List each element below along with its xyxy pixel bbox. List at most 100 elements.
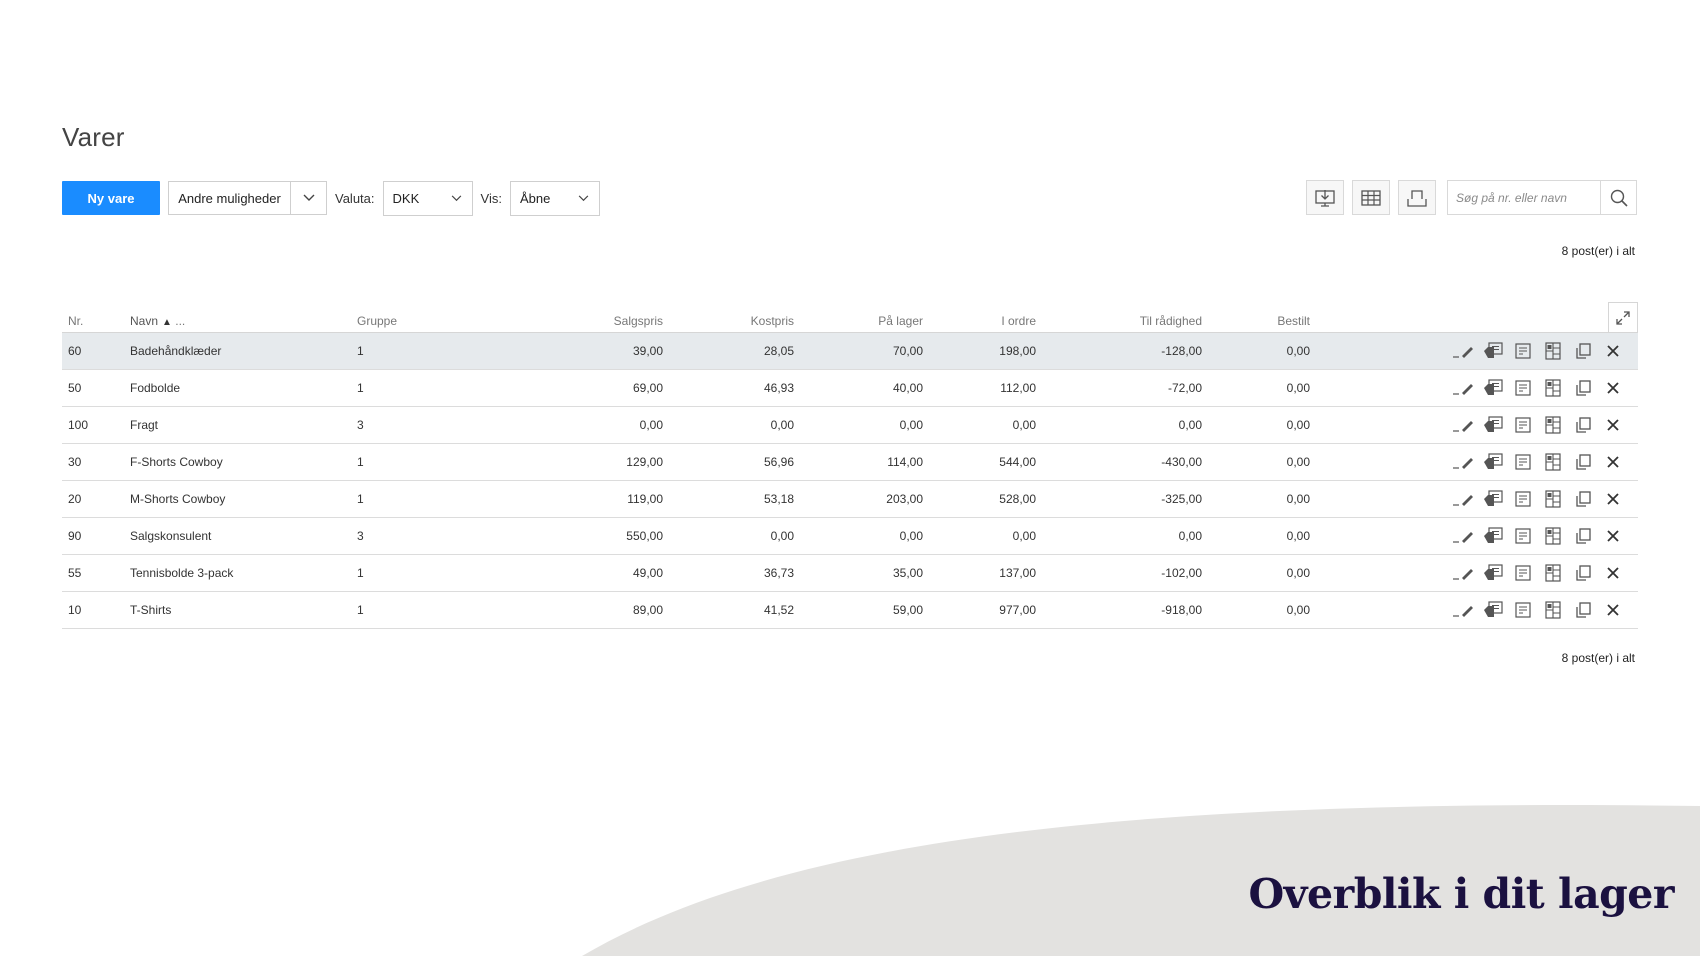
- notes-icon[interactable]: [1508, 562, 1538, 584]
- table-row[interactable]: 50 Fodbolde 1 69,00 46,93 40,00 112,00 -72,00 0,…: [62, 369, 1638, 407]
- new-item-button[interactable]: Ny vare: [62, 181, 160, 215]
- layout-icon[interactable]: [1538, 599, 1568, 621]
- cell-i-ordre: 528,00: [923, 480, 1036, 518]
- notes-icon[interactable]: [1508, 451, 1538, 473]
- layout-icon[interactable]: [1538, 562, 1568, 584]
- copy-icon[interactable]: [1568, 451, 1598, 473]
- copy-icon[interactable]: [1568, 525, 1598, 547]
- price-list-icon[interactable]: [1478, 525, 1508, 547]
- currency-select[interactable]: DKK: [382, 180, 473, 216]
- col-gruppe[interactable]: Gruppe: [357, 302, 462, 333]
- cell-kostpris: 36,73: [663, 554, 794, 592]
- table-row[interactable]: 30 F-Shorts Cowboy 1 129,00 56,96 114,00 544,0…: [62, 443, 1638, 481]
- row-action-group: [1310, 599, 1638, 621]
- table-row[interactable]: 90 Salgskonsulent 3 550,00 0,00 0,00 0,00 0,00 0…: [62, 517, 1638, 555]
- edit-icon[interactable]: [1448, 488, 1478, 510]
- table-row[interactable]: 55 Tennisbolde 3-pack 1 49,00 36,73 35,00 137,…: [62, 554, 1638, 592]
- table-row[interactable]: 100 Fragt 3 0,00 0,00 0,00 0,00 0,00 0,00: [62, 406, 1638, 444]
- chevron-down-icon: [578, 194, 589, 201]
- copy-icon[interactable]: [1568, 377, 1598, 399]
- edit-icon[interactable]: [1448, 451, 1478, 473]
- price-list-icon[interactable]: [1478, 562, 1508, 584]
- search-icon: [1610, 189, 1628, 207]
- cell-kostpris: 0,00: [663, 517, 794, 555]
- expand-button[interactable]: [1608, 302, 1638, 332]
- col-bestilt[interactable]: Bestilt: [1202, 302, 1310, 333]
- price-list-icon[interactable]: [1478, 340, 1508, 362]
- download-icon: [1315, 189, 1335, 207]
- edit-icon[interactable]: [1448, 340, 1478, 362]
- chevron-down-icon[interactable]: [291, 194, 326, 202]
- search-input[interactable]: [1448, 181, 1600, 214]
- cell-navn: F-Shorts Cowboy: [130, 443, 357, 481]
- copy-icon[interactable]: [1568, 599, 1598, 621]
- delete-icon[interactable]: [1598, 562, 1628, 584]
- notes-icon[interactable]: [1508, 377, 1538, 399]
- notes-icon[interactable]: [1508, 340, 1538, 362]
- columns-button[interactable]: [1352, 180, 1390, 215]
- delete-icon[interactable]: [1598, 488, 1628, 510]
- other-options-button[interactable]: Andre muligheder: [168, 181, 327, 215]
- search-button[interactable]: [1600, 181, 1636, 214]
- notes-icon[interactable]: [1508, 525, 1538, 547]
- layout-icon[interactable]: [1538, 525, 1568, 547]
- delete-icon[interactable]: [1598, 451, 1628, 473]
- table-row[interactable]: 20 M-Shorts Cowboy 1 119,00 53,18 203,00 528,0…: [62, 480, 1638, 518]
- cell-bestilt: 0,00: [1202, 480, 1310, 518]
- price-list-icon[interactable]: [1478, 599, 1508, 621]
- notes-icon[interactable]: [1508, 488, 1538, 510]
- copy-icon[interactable]: [1568, 340, 1598, 362]
- notes-icon[interactable]: [1508, 414, 1538, 436]
- notes-icon[interactable]: [1508, 599, 1538, 621]
- cell-i-ordre: 0,00: [923, 517, 1036, 555]
- show-select[interactable]: Åbne: [509, 180, 600, 216]
- cell-gruppe: 1: [357, 443, 462, 481]
- table-row[interactable]: 10 T-Shirts 1 89,00 41,52 59,00 977,00 -918,00 0…: [62, 591, 1638, 629]
- cell-til-raadighed: -325,00: [1036, 480, 1202, 518]
- layout-icon[interactable]: [1538, 451, 1568, 473]
- cell-navn: Fodbolde: [130, 369, 357, 407]
- col-paa-lager[interactable]: På lager: [794, 302, 923, 333]
- col-kostpris[interactable]: Kostpris: [663, 302, 794, 333]
- col-navn-more[interactable]: ...: [175, 314, 185, 328]
- edit-icon[interactable]: [1448, 377, 1478, 399]
- edit-icon[interactable]: [1448, 414, 1478, 436]
- cell-gruppe: 1: [357, 591, 462, 629]
- col-nr[interactable]: Nr.: [62, 302, 130, 333]
- cell-kostpris: 41,52: [663, 591, 794, 629]
- edit-icon[interactable]: [1448, 525, 1478, 547]
- table-icon: [1361, 189, 1381, 206]
- price-list-icon[interactable]: [1478, 451, 1508, 473]
- export-button[interactable]: [1306, 180, 1344, 215]
- table-row[interactable]: 60 Badehåndklæder 1 39,00 28,05 70,00 198,00 -1…: [62, 332, 1638, 370]
- delete-icon[interactable]: [1598, 340, 1628, 362]
- col-til-raadighed[interactable]: Til rådighed: [1036, 302, 1202, 333]
- col-i-ordre[interactable]: I ordre: [923, 302, 1036, 333]
- print-button[interactable]: [1398, 180, 1436, 215]
- delete-icon[interactable]: [1598, 414, 1628, 436]
- layout-icon[interactable]: [1538, 488, 1568, 510]
- delete-icon[interactable]: [1598, 525, 1628, 547]
- layout-icon[interactable]: [1538, 414, 1568, 436]
- price-list-icon[interactable]: [1478, 414, 1508, 436]
- delete-icon[interactable]: [1598, 599, 1628, 621]
- edit-icon[interactable]: [1448, 599, 1478, 621]
- cell-navn: Badehåndklæder: [130, 332, 357, 370]
- layout-icon[interactable]: [1538, 340, 1568, 362]
- cell-nr: 50: [62, 369, 130, 407]
- copy-icon[interactable]: [1568, 414, 1598, 436]
- delete-icon[interactable]: [1598, 377, 1628, 399]
- row-actions: [1310, 369, 1638, 407]
- cell-salgspris: 550,00: [462, 517, 663, 555]
- edit-icon[interactable]: [1448, 562, 1478, 584]
- price-list-icon[interactable]: [1478, 488, 1508, 510]
- col-salgspris[interactable]: Salgspris: [462, 302, 663, 333]
- layout-icon[interactable]: [1538, 377, 1568, 399]
- cell-til-raadighed: -72,00: [1036, 369, 1202, 407]
- cell-nr: 100: [62, 406, 130, 444]
- col-navn[interactable]: Navn ▲ ...: [130, 302, 357, 333]
- copy-icon[interactable]: [1568, 562, 1598, 584]
- expand-icon: [1616, 310, 1630, 325]
- price-list-icon[interactable]: [1478, 377, 1508, 399]
- copy-icon[interactable]: [1568, 488, 1598, 510]
